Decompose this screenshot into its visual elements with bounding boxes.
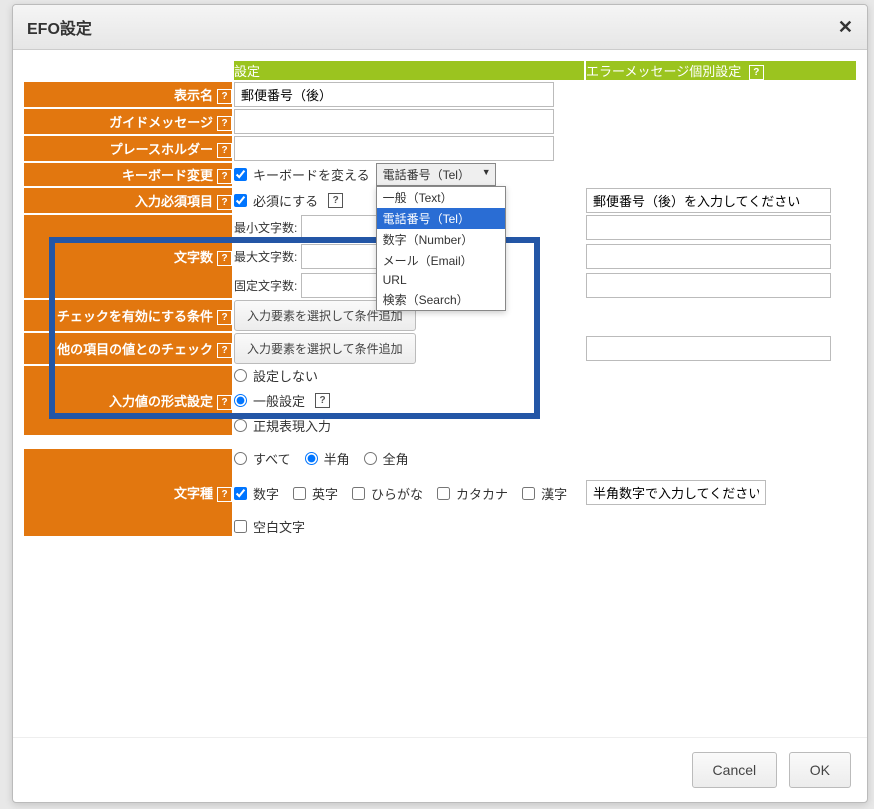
row-required-label: 入力必須項目? bbox=[23, 187, 233, 214]
help-icon[interactable]: ? bbox=[217, 169, 232, 184]
corner-cell bbox=[23, 60, 233, 81]
row-check-cond-label: チェックを有効にする条件? bbox=[23, 299, 233, 332]
help-icon[interactable]: ? bbox=[217, 395, 232, 410]
other-check-add-button[interactable]: 入力要素を選択して条件追加 bbox=[234, 333, 416, 364]
help-icon[interactable]: ? bbox=[749, 65, 764, 80]
help-icon[interactable]: ? bbox=[217, 343, 232, 358]
row-other-check-label: 他の項目の値とのチェック? bbox=[23, 332, 233, 365]
keyboard-select[interactable]: 電話番号（Tel） 一般（Text） 電話番号（Tel） 数字（Number） … bbox=[376, 163, 496, 186]
kind-kata-checkbox[interactable] bbox=[437, 487, 450, 500]
row-format-label: 入力値の形式設定? bbox=[23, 365, 233, 436]
dialog-footer: Cancel OK bbox=[13, 737, 867, 802]
chartype-error-input[interactable] bbox=[586, 480, 766, 505]
titlebar: EFO設定 ✕ bbox=[13, 5, 867, 50]
help-icon[interactable]: ? bbox=[217, 251, 232, 266]
col-error-header: エラーメッセージ個別設定 ? bbox=[585, 60, 857, 81]
keyboard-change-checkbox[interactable] bbox=[234, 168, 247, 181]
min-length-error-input[interactable] bbox=[586, 215, 831, 240]
ok-button[interactable]: OK bbox=[789, 752, 851, 788]
fixed-length-error-input[interactable] bbox=[586, 273, 831, 298]
help-icon[interactable]: ? bbox=[217, 310, 232, 325]
keyboard-option-text[interactable]: 一般（Text） bbox=[377, 187, 505, 208]
required-checkbox[interactable] bbox=[234, 194, 247, 207]
help-icon[interactable]: ? bbox=[217, 143, 232, 158]
close-icon[interactable]: ✕ bbox=[838, 17, 853, 38]
display-name-cell bbox=[233, 81, 585, 108]
help-icon[interactable]: ? bbox=[217, 487, 232, 502]
keyboard-dropdown: 一般（Text） 電話番号（Tel） 数字（Number） メール（Email）… bbox=[376, 186, 506, 311]
row-placeholder-label: プレースホルダー? bbox=[23, 135, 233, 162]
help-icon[interactable]: ? bbox=[217, 195, 232, 210]
other-check-error-input[interactable] bbox=[586, 336, 831, 361]
format-regex-radio[interactable] bbox=[234, 419, 247, 432]
guide-message-input[interactable] bbox=[234, 109, 554, 134]
width-full-radio[interactable] bbox=[364, 452, 377, 465]
keyboard-option-search[interactable]: 検索（Search） bbox=[377, 289, 505, 310]
kind-space-checkbox[interactable] bbox=[234, 520, 247, 533]
dialog-title: EFO設定 bbox=[27, 15, 838, 39]
row-length-label: 文字数? bbox=[23, 214, 233, 299]
required-error-input[interactable] bbox=[586, 188, 831, 213]
keyboard-option-tel[interactable]: 電話番号（Tel） bbox=[377, 208, 505, 229]
row-display-name-label: 表示名? bbox=[23, 81, 233, 108]
keyboard-cell: キーボードを変える 電話番号（Tel） 一般（Text） 電話番号（Tel） 数… bbox=[233, 162, 585, 187]
help-icon[interactable]: ? bbox=[217, 89, 232, 104]
help-icon[interactable]: ? bbox=[217, 116, 232, 131]
dialog-body: 設定 エラーメッセージ個別設定 ? 表示名? ガイドメッセージ? bbox=[13, 50, 867, 737]
kind-hira-checkbox[interactable] bbox=[352, 487, 365, 500]
row-guide-label: ガイドメッセージ? bbox=[23, 108, 233, 135]
keyboard-option-number[interactable]: 数字（Number） bbox=[377, 229, 505, 250]
help-icon[interactable]: ? bbox=[328, 193, 343, 208]
row-keyboard-label: キーボード変更? bbox=[23, 162, 233, 187]
row-chartype-label: 文字種? bbox=[23, 448, 233, 537]
settings-table: 設定 エラーメッセージ個別設定 ? 表示名? ガイドメッセージ? bbox=[23, 60, 857, 537]
keyboard-change-label: キーボードを変える bbox=[253, 165, 370, 184]
kind-alpha-checkbox[interactable] bbox=[293, 487, 306, 500]
width-half-radio[interactable] bbox=[305, 452, 318, 465]
keyboard-option-email[interactable]: メール（Email） bbox=[377, 250, 505, 271]
required-label: 必須にする bbox=[253, 191, 318, 210]
dialog: EFO設定 ✕ 設定 エラーメッセージ個別設定 ? 表示名? bbox=[12, 4, 868, 803]
format-none-radio[interactable] bbox=[234, 369, 247, 382]
format-general-radio[interactable] bbox=[234, 394, 247, 407]
col-settings-header: 設定 bbox=[233, 60, 585, 81]
keyboard-select-box[interactable]: 電話番号（Tel） bbox=[376, 163, 496, 186]
keyboard-option-url[interactable]: URL bbox=[377, 271, 505, 289]
width-all-radio[interactable] bbox=[234, 452, 247, 465]
kind-kanji-checkbox[interactable] bbox=[522, 487, 535, 500]
help-icon[interactable]: ? bbox=[315, 393, 330, 408]
max-length-error-input[interactable] bbox=[586, 244, 831, 269]
placeholder-input[interactable] bbox=[234, 136, 554, 161]
display-name-input[interactable] bbox=[234, 82, 554, 107]
kind-digit-checkbox[interactable] bbox=[234, 487, 247, 500]
cancel-button[interactable]: Cancel bbox=[692, 752, 778, 788]
display-name-error-cell bbox=[585, 81, 857, 108]
